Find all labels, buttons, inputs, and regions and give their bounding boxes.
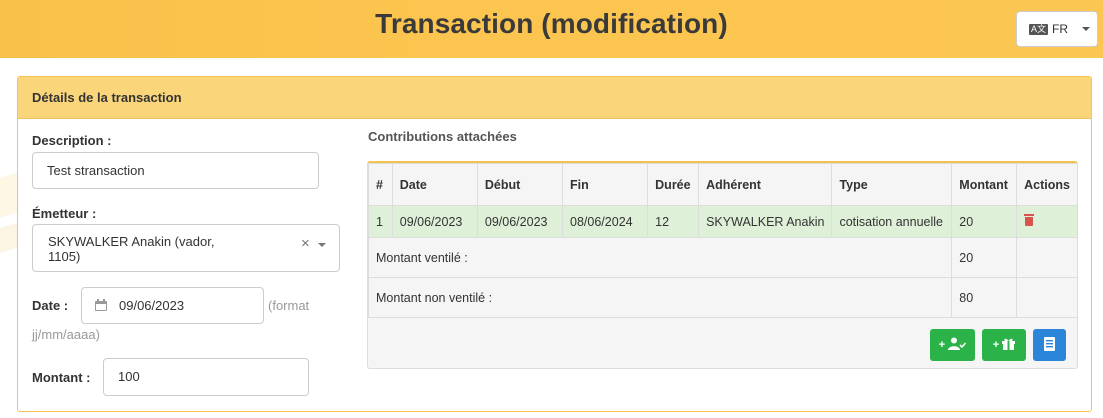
date-format-hint-cont: jj/mm/aaaa) [32,327,100,342]
amount-input[interactable]: 100 [103,358,309,396]
col-member: Adhérent [698,163,833,206]
emitter-value-line1: SKYWALKER Anakin (vador, [48,234,215,249]
table-header-row: # Date Début Fin Durée Adhérent Type Mon… [368,163,1078,206]
row-duration: 12 [647,205,700,238]
row-number: 1 [368,205,393,238]
col-actions: Actions [1016,163,1078,206]
panel-title: Détails de la transaction [18,77,1091,119]
col-type: Type [831,163,953,206]
col-date: Date [391,163,478,206]
document-icon [1044,336,1055,354]
ventilated-row: Montant ventilé : 20 [367,237,1078,278]
date-value: 09/06/2023 [119,298,185,313]
date-input[interactable]: 09/06/2023 [81,287,264,324]
table-row: 1 09/06/2023 09/06/2023 08/06/2024 12 SK… [368,205,1078,238]
description-input[interactable]: Test stransaction [32,152,319,189]
col-start: Début [476,163,564,206]
row-amount: 20 [951,205,1018,238]
row-type: cotisation annuelle [831,205,953,238]
row-member: SKYWALKER Anakin [698,205,833,238]
row-date: 09/06/2023 [391,205,478,238]
ventilated-label: Montant ventilé : [367,237,953,278]
page-header: Transaction (modification) A文 FR [0,0,1103,58]
col-duration: Durée [647,163,700,206]
clear-selection-icon[interactable]: × [301,235,310,252]
row-start: 09/06/2023 [476,205,564,238]
contributions-table: # Date Début Fin Durée Adhérent Type Mon… [367,163,1078,318]
user-check-icon [948,337,967,353]
non-ventilated-value: 80 [951,277,1018,318]
non-ventilated-label: Montant non ventilé : [367,277,953,318]
plus-label: + [992,339,1000,351]
amount-value: 100 [118,369,140,384]
language-dropdown[interactable]: A文 FR [1016,11,1098,47]
col-end: Fin [562,163,649,206]
emitter-select[interactable]: SKYWALKER Anakin (vador, 1105) × [32,224,340,272]
non-ventilated-empty [1016,277,1078,318]
col-number: # [368,163,393,206]
emitter-label: Émetteur : [32,206,97,221]
row-end: 08/06/2024 [562,205,649,238]
calendar-icon [95,299,107,311]
add-donation-button[interactable]: + [982,329,1026,361]
description-label: Description : [32,133,112,148]
amount-label: Montant : [32,370,91,385]
chevron-down-icon[interactable] [318,243,326,247]
date-format-hint: (format [268,298,310,313]
description-value: Test stransaction [47,163,145,178]
ventilated-value: 20 [951,237,1018,278]
contributions-title: Contributions attachées [368,129,517,144]
caret-down-icon [1082,27,1091,31]
plus-label: + [938,339,946,351]
add-member-contribution-button[interactable]: + [930,329,975,361]
language-icon: A文 [1029,23,1049,35]
row-actions [1016,205,1078,238]
page-title: Transaction (modification) [375,8,728,39]
document-button[interactable] [1033,329,1066,361]
language-label: FR [1052,22,1069,36]
trash-icon[interactable] [1024,214,1035,226]
non-ventilated-row: Montant non ventilé : 80 [367,277,1078,318]
date-label: Date : [32,298,69,313]
ventilated-empty [1016,237,1078,278]
emitter-value-line2: 1105) [48,249,81,264]
gift-icon [1002,337,1016,353]
col-amount: Montant [951,163,1018,206]
